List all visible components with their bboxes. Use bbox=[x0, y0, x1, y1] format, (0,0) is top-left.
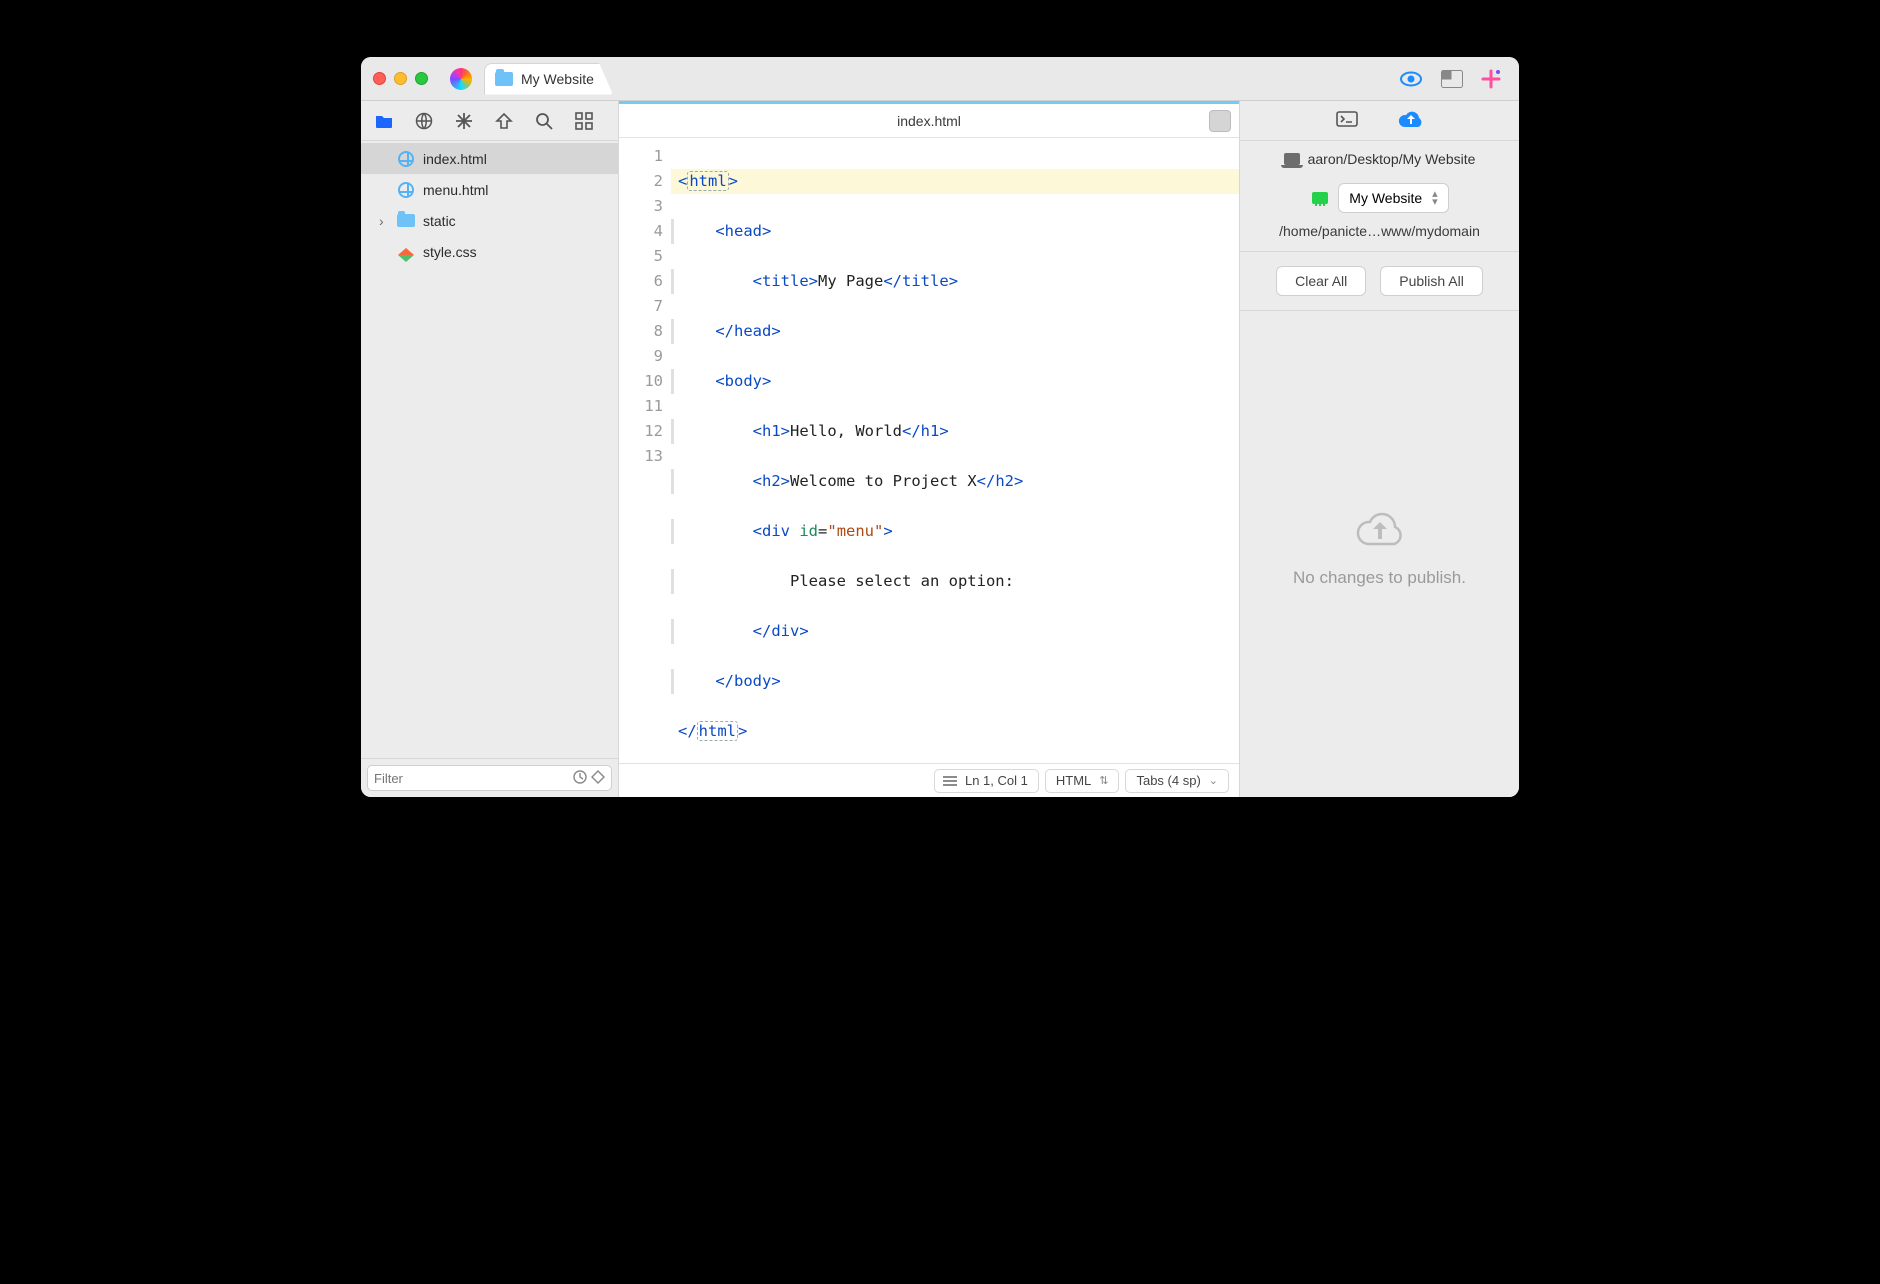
editor-filename: index.html bbox=[897, 113, 961, 129]
code-content[interactable]: <html> <head> <title>My Page</title> </h… bbox=[671, 138, 1239, 763]
window-controls bbox=[373, 72, 428, 85]
remote-path: /home/panicte…www/mydomain bbox=[1240, 223, 1519, 252]
chevron-down-icon: ⌄ bbox=[1209, 774, 1218, 787]
laptop-icon bbox=[1284, 153, 1300, 165]
scm-mode-icon[interactable] bbox=[455, 112, 473, 130]
language-select[interactable]: HTML ⇅ bbox=[1045, 769, 1120, 793]
file-label: static bbox=[423, 213, 456, 229]
symbols-popup-button[interactable]: Ln 1, Col 1 bbox=[934, 769, 1039, 793]
cloud-upload-icon bbox=[1354, 511, 1406, 550]
publish-empty-message: No changes to publish. bbox=[1293, 568, 1466, 588]
editor-statusbar: Ln 1, Col 1 HTML ⇅ Tabs (4 sp) ⌄ bbox=[619, 763, 1239, 797]
file-label: index.html bbox=[423, 151, 487, 167]
recent-filter-icon[interactable] bbox=[573, 770, 587, 787]
line-gutter: 12345678910111213 bbox=[619, 138, 671, 763]
folder-icon bbox=[495, 72, 513, 86]
inspector-mode-icons bbox=[1240, 101, 1519, 141]
local-path-row: aaron/Desktop/My Website bbox=[1240, 141, 1519, 177]
file-label: menu.html bbox=[423, 182, 488, 198]
ethernet-icon bbox=[1310, 189, 1328, 207]
remote-mode-icon[interactable] bbox=[415, 112, 433, 130]
publish-pane: aaron/Desktop/My Website My Website ▴▾ /… bbox=[1239, 101, 1519, 797]
project-tab[interactable]: My Website bbox=[484, 63, 613, 95]
editor-pane: index.html 12345678910111213 <html> <hea… bbox=[619, 101, 1239, 797]
chevron-right-icon: › bbox=[379, 213, 389, 229]
publish-all-button[interactable]: Publish All bbox=[1380, 266, 1483, 296]
file-tree: index.html menu.html › static style.css bbox=[361, 141, 618, 758]
sidebar-mode-icons bbox=[361, 101, 618, 141]
clips-mode-icon[interactable] bbox=[575, 112, 593, 130]
html-file-icon bbox=[397, 150, 415, 168]
minimap-toggle-icon[interactable] bbox=[1209, 110, 1231, 132]
publish-empty-state: No changes to publish. bbox=[1240, 311, 1519, 797]
site-name: My Website bbox=[1349, 190, 1422, 206]
folder-static[interactable]: › static bbox=[361, 205, 618, 236]
scm-filter-icon[interactable] bbox=[591, 770, 605, 787]
app-window: My Website bbox=[361, 57, 1519, 797]
publish-mode-icon[interactable] bbox=[1398, 110, 1424, 131]
new-tab-icon[interactable] bbox=[1481, 69, 1501, 89]
terminal-mode-icon[interactable] bbox=[1336, 111, 1358, 130]
file-index-html[interactable]: index.html bbox=[361, 143, 618, 174]
site-select[interactable]: My Website ▴▾ bbox=[1338, 183, 1448, 213]
zoom-window-button[interactable] bbox=[415, 72, 428, 85]
cursor-position: Ln 1, Col 1 bbox=[965, 773, 1028, 788]
indent-select[interactable]: Tabs (4 sp) ⌄ bbox=[1125, 769, 1229, 793]
local-path: aaron/Desktop/My Website bbox=[1308, 151, 1476, 167]
preview-icon[interactable] bbox=[1399, 67, 1423, 91]
updown-icon: ▴▾ bbox=[1432, 190, 1438, 206]
css-file-icon bbox=[397, 243, 415, 261]
close-window-button[interactable] bbox=[373, 72, 386, 85]
search-mode-icon[interactable] bbox=[535, 112, 553, 130]
file-label: style.css bbox=[423, 244, 477, 260]
publish-mode-icon[interactable] bbox=[495, 112, 513, 130]
layout-panels-icon[interactable] bbox=[1441, 70, 1463, 88]
editor-tabbar: index.html bbox=[619, 104, 1239, 138]
files-mode-icon[interactable] bbox=[375, 112, 393, 130]
file-style-css[interactable]: style.css bbox=[361, 236, 618, 267]
file-filter-input[interactable] bbox=[374, 771, 569, 786]
project-tab-title: My Website bbox=[521, 71, 594, 87]
code-area[interactable]: 12345678910111213 <html> <head> <title>M… bbox=[619, 138, 1239, 763]
folder-icon bbox=[397, 212, 415, 230]
clear-all-button[interactable]: Clear All bbox=[1276, 266, 1366, 296]
minimize-window-button[interactable] bbox=[394, 72, 407, 85]
updown-icon: ⇅ bbox=[1099, 774, 1108, 787]
html-file-icon bbox=[397, 181, 415, 199]
file-sidebar: index.html menu.html › static style.css bbox=[361, 101, 619, 797]
titlebar: My Website bbox=[361, 57, 1519, 101]
file-filter[interactable] bbox=[367, 765, 612, 791]
file-menu-html[interactable]: menu.html bbox=[361, 174, 618, 205]
app-logo-icon bbox=[450, 68, 472, 90]
